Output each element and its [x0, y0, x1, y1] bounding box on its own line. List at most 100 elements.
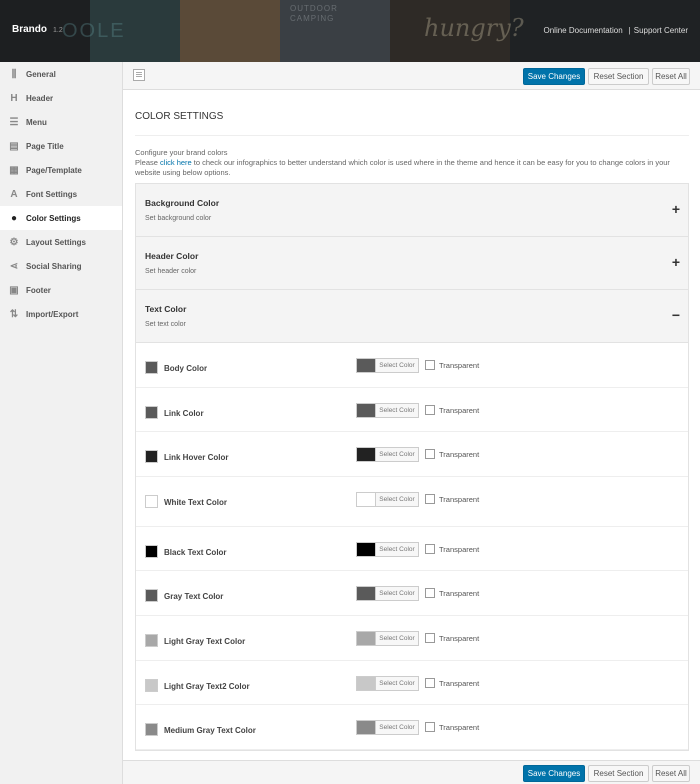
select-color-label: Select Color [379, 545, 415, 553]
transparent-label: Transparent [439, 589, 480, 599]
transparent-checkbox[interactable] [425, 404, 435, 415]
sidebar-item-page-title[interactable]: ▤ Page Title [0, 134, 122, 158]
color-label: Medium Gray Text Color [164, 726, 256, 736]
expand-icon[interactable] [133, 69, 145, 81]
color-swatch [145, 450, 158, 464]
select-color-label: Select Color [379, 406, 415, 414]
transparent-label: Transparent [439, 494, 480, 504]
color-preview [357, 448, 376, 462]
save-changes-button[interactable]: Save Changes [523, 68, 585, 85]
reset-all-button[interactable]: Reset All [652, 765, 690, 782]
reset-section-button[interactable]: Reset Section [588, 765, 649, 782]
sidebar-item-page-template[interactable]: ▦ Page/Template [0, 158, 122, 182]
sliders-icon: ⫼ [11, 68, 17, 80]
color-swatch [145, 678, 158, 692]
color-picker-button[interactable]: Select Color [356, 720, 419, 736]
settings-content: COLOR SETTINGS Configure your brand colo… [135, 90, 689, 751]
color-row: Light Gray Text Color Select Color Transpa… [136, 616, 688, 661]
support-center-link[interactable]: Support Center [634, 26, 688, 35]
transparent-label: Transparent [439, 544, 480, 554]
share-icon: ⋖ [9, 260, 19, 272]
reset-all-button[interactable]: Reset All [652, 68, 690, 85]
accordion-title: Header Color [145, 251, 199, 261]
transparent-checkbox[interactable] [425, 722, 435, 733]
color-picker-button[interactable]: Select Color [356, 675, 419, 691]
sidebar-item-layout-settings[interactable]: ⚙ Layout Settings [0, 230, 122, 254]
color-preview [357, 403, 376, 417]
select-color-label: Select Color [379, 495, 415, 503]
color-swatch [145, 589, 158, 603]
banner-text: OUTDOOR CAMPING [290, 4, 338, 23]
accordion-title: Background Color [145, 198, 220, 208]
select-color-label: Select Color [379, 634, 415, 642]
sidebar-item-menu[interactable]: ☰ Menu [0, 110, 122, 134]
color-row: White Text Color Select Color Transparent [136, 477, 688, 527]
sidebar-item-footer[interactable]: ▣ Footer [0, 278, 122, 302]
sidebar-item-color-settings[interactable]: ● Color Settings [0, 206, 122, 230]
header-links: Online Documentation | Support Center [538, 26, 689, 35]
accordion-subtitle: Set text color [145, 321, 186, 328]
color-picker-button[interactable]: Select Color [356, 402, 419, 418]
expand-icon[interactable]: + [672, 254, 680, 270]
main-panel: Save Changes Reset Section Reset All COL… [122, 62, 700, 784]
accordion-subtitle: Set background color [145, 215, 212, 222]
transparent-checkbox[interactable] [425, 543, 435, 554]
transparent-checkbox[interactable] [425, 588, 435, 599]
collapse-icon[interactable]: − [672, 307, 680, 323]
transparent-checkbox[interactable] [425, 493, 435, 504]
sidebar-item-label: Footer [26, 285, 51, 295]
sidebar-item-label: General [26, 69, 56, 79]
accordion-text-color[interactable]: Text Color Set text color − [136, 290, 688, 343]
accordion-background-color[interactable]: Background Color Set background color + [136, 184, 688, 237]
sidebar-item-import-export[interactable]: ⇅ Import/Export [0, 302, 122, 326]
transparent-label: Transparent [439, 633, 480, 643]
color-preview [357, 676, 376, 690]
expand-icon[interactable]: + [672, 201, 680, 217]
menu-icon: ☰ [9, 116, 19, 128]
color-picker-button[interactable]: Select Color [356, 358, 419, 373]
click-here-link[interactable]: click here [160, 158, 192, 167]
sidebar-item-general[interactable]: ⫼ General [0, 62, 122, 86]
reset-section-button[interactable]: Reset Section [588, 68, 649, 85]
select-color-label: Select Color [379, 451, 415, 459]
color-swatch [145, 633, 158, 647]
sidebar-item-label: Color Settings [26, 213, 81, 223]
color-row: Black Text Color Select Color Transparent [136, 527, 688, 572]
save-changes-button[interactable]: Save Changes [523, 765, 585, 782]
sidebar-item-header[interactable]: H Header [0, 86, 122, 110]
color-picker-button[interactable]: Select Color [356, 630, 419, 646]
color-picker-button[interactable]: Select Color [356, 491, 419, 507]
transparent-checkbox[interactable] [425, 360, 435, 370]
color-label: Black Text Color [164, 547, 227, 557]
transparent-label: Transparent [439, 678, 480, 688]
import-export-icon: ⇅ [9, 308, 19, 320]
color-picker-button[interactable]: Select Color [356, 586, 419, 602]
footer-icon: ▣ [9, 284, 19, 296]
transparent-checkbox[interactable] [425, 632, 435, 643]
color-preview [357, 542, 376, 556]
color-picker-button[interactable]: Select Color [356, 541, 419, 557]
transparent-checkbox[interactable] [425, 449, 435, 460]
sidebar-item-label: Font Settings [26, 189, 78, 199]
color-row: Body Color Select Color Transparent [136, 343, 688, 388]
color-label: Gray Text Color [164, 592, 224, 602]
transparent-checkbox[interactable] [425, 677, 435, 688]
color-picker-button[interactable]: Select Color [356, 447, 419, 463]
options-sidebar: ⫼ General H Header ☰ Menu ▤ Page Title ▦ Page/Tem… [0, 62, 122, 784]
sidebar-item-label: Layout Settings [26, 237, 87, 247]
drop-icon: ● [10, 212, 18, 224]
online-documentation-link[interactable]: Online Documentation [544, 26, 623, 35]
color-row: Link Color Select Color Transparent [136, 388, 688, 433]
accordion-header-color[interactable]: Header Color Set header color + [136, 237, 688, 290]
page-icon: ▤ [9, 140, 19, 152]
banner-text: OOLE [62, 20, 126, 42]
heading-icon: H [10, 92, 18, 104]
sidebar-item-font-settings[interactable]: A Font Settings [0, 182, 122, 206]
color-preview [357, 721, 376, 735]
color-swatch [145, 544, 158, 558]
transparent-label: Transparent [439, 450, 480, 460]
sidebar-item-social-sharing[interactable]: ⋖ Social Sharing [0, 254, 122, 278]
color-row: Link Hover Color Select Color Transparent [136, 432, 688, 477]
banner-text: hungry? [424, 14, 524, 42]
transparent-label: Transparent [439, 405, 480, 415]
